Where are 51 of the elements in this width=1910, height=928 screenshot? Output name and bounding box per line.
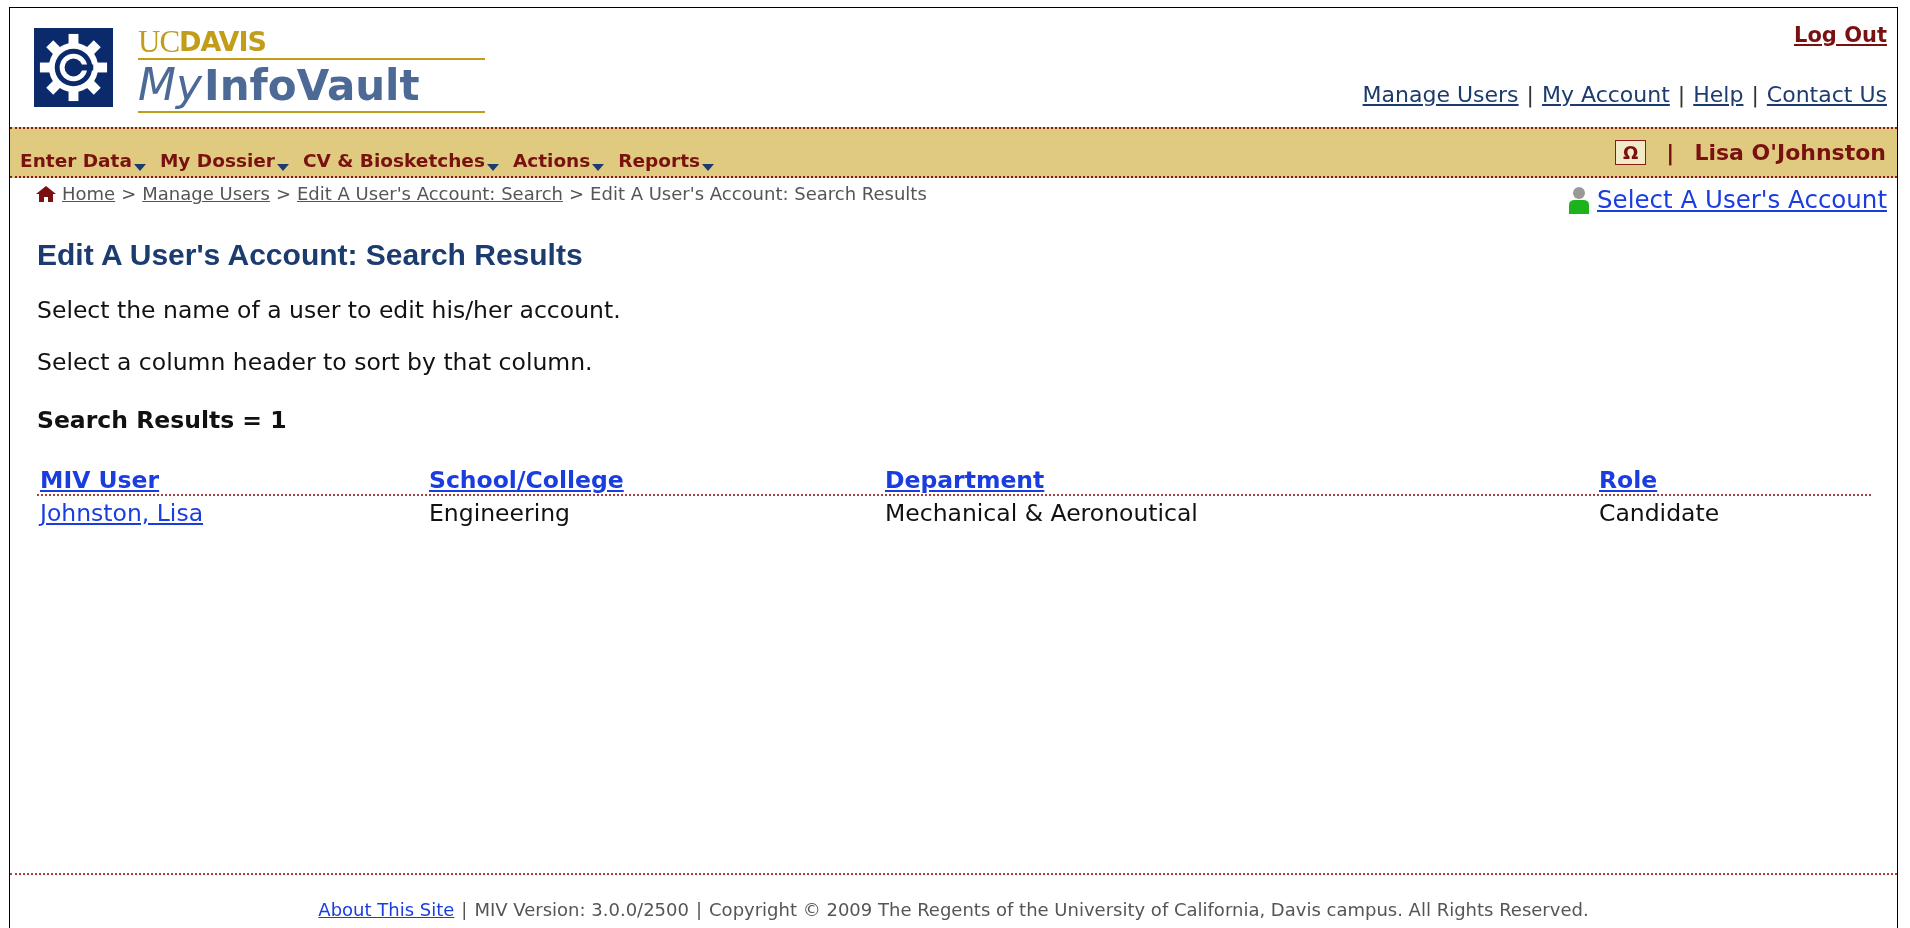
app-wordmark: MyInfoVault: [138, 58, 485, 113]
about-link[interactable]: About This Site: [318, 899, 455, 928]
separator: |: [695, 899, 703, 922]
menu-item[interactable]: Actions: [512, 150, 605, 171]
logout-link[interactable]: Log Out: [1794, 23, 1887, 47]
separator: |: [1526, 82, 1534, 107]
user-name: Lisa O'Johnston: [1694, 140, 1886, 165]
instruction-text: Select a column header to sort by that column.: [37, 348, 594, 376]
separator: >: [275, 183, 291, 204]
caret-icon: [486, 164, 499, 171]
header-link[interactable]: Contact Us: [1766, 82, 1887, 107]
header-link[interactable]: Manage Users: [1362, 82, 1519, 107]
caret-icon: [702, 164, 715, 171]
user-icon: [1567, 185, 1592, 214]
special-characters-button[interactable]: Ω: [1615, 140, 1647, 165]
column-header[interactable]: School/College: [429, 466, 624, 494]
result-count: Search Results = 1: [37, 406, 288, 434]
table-cell: Candidate: [1599, 499, 1720, 527]
menu-item[interactable]: CV & Biosketches: [302, 150, 499, 171]
separator: >: [569, 183, 585, 204]
instruction-text: Select the name of a user to edit his/her account.: [37, 296, 622, 324]
separator: >: [121, 183, 137, 204]
separator: |: [1751, 82, 1759, 107]
menu-item[interactable]: Enter Data: [20, 150, 146, 171]
gear-logo-icon: [34, 28, 113, 107]
caret-icon: [276, 164, 289, 171]
header-link[interactable]: Help: [1693, 82, 1744, 107]
caret-icon: [592, 164, 605, 171]
column-header[interactable]: MIV User: [40, 466, 160, 494]
select-account-link[interactable]: Select A User's Account: [1567, 185, 1887, 214]
user-name-link[interactable]: Johnston, Lisa: [40, 499, 204, 527]
separator: |: [461, 899, 468, 922]
separator: |: [1666, 140, 1675, 165]
breadcrumb-current: Edit A User's Account: Search Results: [590, 183, 927, 204]
home-icon: [36, 185, 56, 202]
footer-text: Copyright © 2009 The Regents of the University of California, Davis campus. All Rights Reserved.: [709, 899, 1589, 922]
breadcrumb-link[interactable]: Edit A User's Account: Search: [297, 183, 563, 204]
breadcrumb-link[interactable]: Home: [62, 183, 116, 204]
caret-icon: [133, 164, 146, 171]
university-wordmark: UCDAVIS: [138, 28, 267, 56]
table-cell: Mechanical & Aeronoutical: [885, 499, 1198, 527]
menu-item[interactable]: My Dossier: [159, 150, 289, 171]
table-cell: Engineering: [429, 499, 570, 527]
footer-text: MIV Version: 3.0.0/2500: [474, 899, 689, 922]
column-header[interactable]: Department: [885, 466, 1045, 494]
separator: |: [1677, 82, 1686, 107]
breadcrumb-link[interactable]: Manage Users: [142, 183, 270, 204]
menu-item[interactable]: Reports: [618, 150, 715, 171]
column-header[interactable]: Role: [1599, 466, 1658, 494]
page-title: Edit A User's Account: Search Results: [37, 238, 584, 272]
header-link[interactable]: My Account: [1542, 82, 1670, 107]
